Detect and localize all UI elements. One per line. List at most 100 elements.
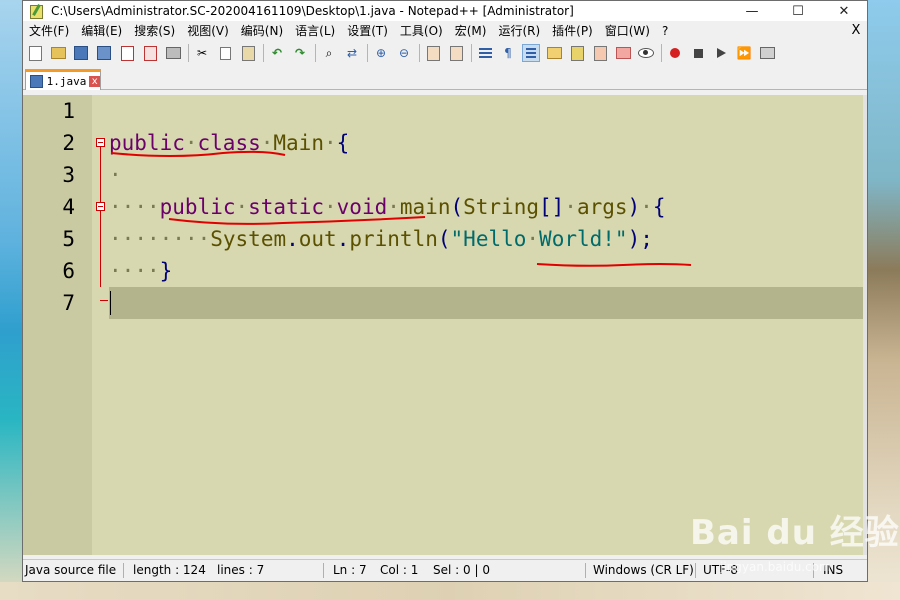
menu-window[interactable]: 窗口(W) <box>599 21 656 41</box>
close-window-button[interactable]: ✕ <box>821 1 867 21</box>
sync-vertical-icon[interactable] <box>424 44 442 62</box>
fold-end-marker <box>100 300 108 301</box>
menu-tools[interactable]: 工具(O) <box>394 21 449 41</box>
identifier: System <box>210 227 287 251</box>
code-line-4: ····public·static·void·main(String[]·arg… <box>109 191 665 223</box>
whitespace-dot: · <box>184 131 198 155</box>
line-number: 7 <box>62 291 75 315</box>
line-number: 2 <box>62 131 75 155</box>
zoom-in-icon[interactable]: ⊕ <box>372 44 390 62</box>
whitespace-dot: · <box>134 259 147 283</box>
title-bar[interactable]: C:\Users\Administrator.SC-202004161109\D… <box>23 1 867 21</box>
cut-icon[interactable]: ✂ <box>193 44 211 62</box>
status-divider <box>323 563 324 578</box>
status-file-type: Java source file <box>25 563 117 577</box>
paren: ( <box>437 227 451 251</box>
word-wrap-icon[interactable] <box>476 44 494 62</box>
tab-1-java[interactable]: 1.java x <box>25 69 101 90</box>
whitespace-dot: · <box>324 195 337 219</box>
code-area[interactable]: public·class·Main·{ · ····public·static·… <box>109 95 863 555</box>
copy-icon[interactable] <box>216 44 234 62</box>
code-line-3: · <box>109 159 122 191</box>
close-all-icon[interactable] <box>141 44 159 62</box>
folder-workspace-icon[interactable] <box>614 44 632 62</box>
desktop-background-bottom <box>0 582 900 600</box>
undo-icon[interactable]: ↶ <box>268 44 286 62</box>
status-selection: Sel : 0 | 0 <box>433 563 490 577</box>
status-line-number: Ln : 7 <box>333 563 367 577</box>
fold-collapse-icon[interactable] <box>96 202 105 211</box>
whitespace-dot: · <box>109 259 122 283</box>
notepad-plus-plus-window: C:\Users\Administrator.SC-202004161109\D… <box>22 0 868 582</box>
whitespace-dot: · <box>184 227 198 251</box>
menu-encoding[interactable]: 编码(N) <box>235 21 289 41</box>
fold-collapse-icon[interactable] <box>96 138 105 147</box>
save-all-icon[interactable] <box>95 44 113 62</box>
menu-view[interactable]: 视图(V) <box>181 21 235 41</box>
line-number: 1 <box>62 99 75 123</box>
baidu-watermark: Bai du 经验 <box>690 513 900 553</box>
code-editor[interactable]: 1 2 3 4 5 6 7 public·class·Main·{ · ····… <box>23 95 867 555</box>
status-eol: Windows (CR LF) <box>593 563 694 577</box>
paren: ) <box>627 195 641 219</box>
document-map-icon[interactable] <box>568 44 586 62</box>
fold-line <box>100 147 101 287</box>
function-list-icon[interactable] <box>591 44 609 62</box>
menu-settings[interactable]: 设置(T) <box>341 21 394 41</box>
menu-macro[interactable]: 宏(M) <box>449 21 493 41</box>
record-macro-icon[interactable] <box>666 44 684 62</box>
identifier: args <box>576 195 628 219</box>
paste-icon[interactable] <box>239 44 257 62</box>
menu-language[interactable]: 语言(L) <box>289 21 341 41</box>
whitespace-dot: · <box>159 227 173 251</box>
baidu-watermark-url: jingyan.baidu.com <box>720 560 831 574</box>
vertical-scrollbar[interactable] <box>863 95 867 555</box>
close-document-button[interactable]: X <box>849 21 863 41</box>
whitespace-dot: · <box>121 227 135 251</box>
find-icon[interactable]: ⌕ <box>320 44 338 62</box>
menu-search[interactable]: 搜索(S) <box>128 21 181 41</box>
user-defined-language-icon[interactable] <box>545 44 563 62</box>
toolbar: ✂ ↶ ↷ ⌕ ⇄ ⊕ ⊖ ¶ ⏩ <box>23 41 867 65</box>
toolbar-separator <box>471 44 472 62</box>
close-file-icon[interactable] <box>118 44 136 62</box>
code-line-2: public·class·Main·{ <box>109 127 349 159</box>
keyword: public <box>159 195 236 219</box>
brace: { <box>336 131 350 155</box>
save-macro-icon[interactable] <box>758 44 776 62</box>
whitespace-dot: · <box>121 259 135 283</box>
redo-icon[interactable]: ↷ <box>291 44 309 62</box>
show-all-characters-icon[interactable]: ¶ <box>499 44 517 62</box>
menu-edit[interactable]: 编辑(E) <box>75 21 128 41</box>
keyword: void <box>336 195 388 219</box>
toolbar-separator <box>188 44 189 62</box>
minimize-button[interactable]: — <box>729 1 775 21</box>
menu-run[interactable]: 运行(R) <box>492 21 546 41</box>
tab-close-icon[interactable]: x <box>89 75 100 87</box>
menu-help[interactable]: ? <box>656 21 674 41</box>
menu-plugins[interactable]: 插件(P) <box>546 21 599 41</box>
identifier: main <box>399 195 451 219</box>
menu-file[interactable]: 文件(F) <box>23 21 75 41</box>
line-number-gutter: 1 2 3 4 5 6 7 <box>23 95 92 555</box>
sync-horizontal-icon[interactable] <box>447 44 465 62</box>
text-caret <box>110 291 111 315</box>
brace: { <box>652 195 666 219</box>
replace-icon[interactable]: ⇄ <box>343 44 361 62</box>
line-number: 4 <box>62 195 75 219</box>
open-file-icon[interactable] <box>49 44 67 62</box>
indent-guide-icon[interactable] <box>522 44 540 62</box>
zoom-out-icon[interactable]: ⊖ <box>395 44 413 62</box>
stop-macro-icon[interactable] <box>689 44 707 62</box>
whitespace-dot: · <box>109 195 122 219</box>
save-icon[interactable] <box>72 44 90 62</box>
maximize-button[interactable]: ☐ <box>775 1 821 21</box>
monitoring-icon[interactable] <box>637 44 655 62</box>
run-macro-multiple-icon[interactable]: ⏩ <box>735 44 753 62</box>
play-macro-icon[interactable] <box>712 44 730 62</box>
print-icon[interactable] <box>164 44 182 62</box>
paren: ( <box>450 195 464 219</box>
saved-file-icon <box>30 74 43 88</box>
new-file-icon[interactable] <box>26 44 44 62</box>
identifier: out <box>298 227 337 251</box>
